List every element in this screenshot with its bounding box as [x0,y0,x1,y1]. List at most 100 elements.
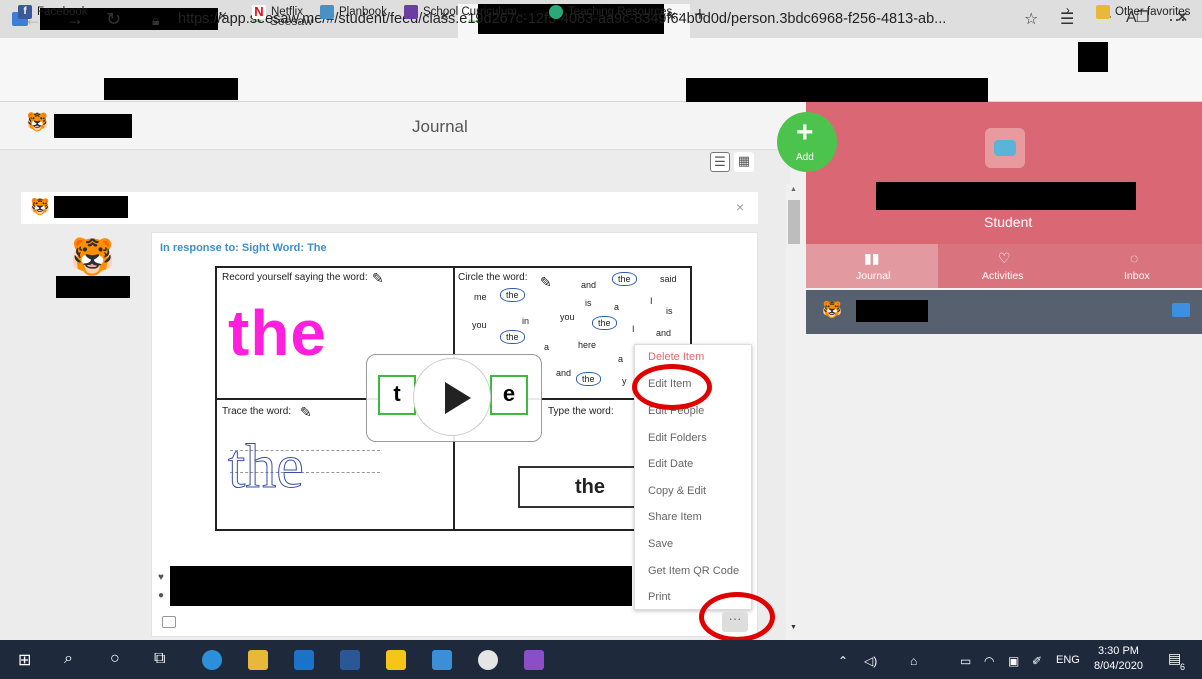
annotation-circle [699,592,775,642]
circle-word: a [618,354,624,364]
circle-label: Circle the word: [458,272,528,283]
redacted-caption [170,566,632,606]
show-hidden-icons[interactable]: ⌃ [838,654,848,668]
menu-share-item[interactable]: Share Item [648,511,702,523]
clock-time: 3:30 PM [1097,645,1139,657]
menu-delete-item[interactable]: Delete Item [648,351,704,363]
big-word: the [228,297,327,369]
clock[interactable]: 3:30 PM 8/04/2020 [1094,644,1143,674]
windows-taskbar [0,640,1202,679]
class-avatar-icon[interactable]: 🐯 [26,112,48,133]
outlook-icon[interactable] [294,650,314,670]
menu-print[interactable]: Print [648,591,671,603]
circle-word: you [560,312,575,322]
circle-word: y [622,376,627,386]
windows-start-icon[interactable]: ⊞ [18,650,31,670]
language-indicator[interactable]: ENG [1056,654,1080,666]
favorite-star-icon[interactable]: ☆ [1024,9,1038,29]
task-view-icon[interactable]: ⧉ [154,650,165,668]
redacted-class-name [54,114,132,138]
edge-icon[interactable] [202,650,222,670]
redacted-student-name [54,196,128,218]
letter-card: e [490,375,528,415]
folder-icon[interactable] [162,616,176,628]
circle-word: said [660,274,677,284]
app-icon[interactable] [432,650,452,670]
redacted-student-fullname [876,182,1136,210]
tab-journal[interactable]: Journal [856,270,890,282]
sticky-notes-icon[interactable] [386,650,406,670]
inbox-icon: ◌ [1130,250,1139,266]
folder-icon[interactable] [1172,303,1190,317]
word-icon[interactable] [340,650,360,670]
search-icon[interactable]: ⌕ [64,650,73,668]
play-icon [445,382,471,414]
student-avatar-icon: 🐯 [30,199,50,216]
trace-label: Trace the word: [222,406,292,417]
refresh-icon[interactable]: ↻ [106,9,121,30]
pencil-icon: ✎ [540,274,552,290]
redacted-favorite [686,78,988,102]
menu-get-qr-code[interactable]: Get Item QR Code [648,565,739,577]
comment-icon[interactable]: ● [158,590,164,601]
menu-copy-edit[interactable]: Copy & Edit [648,485,706,497]
close-post-icon[interactable]: × [736,199,744,215]
volume-icon[interactable]: ◁) [864,654,877,668]
circle-word-circled: the [500,330,525,344]
redacted-favorite [104,78,238,100]
pen-icon[interactable]: ✐ [1032,654,1042,668]
robot-face-icon [994,140,1016,156]
scroll-down-icon[interactable]: ▼ [790,624,797,631]
circle-word: in [522,316,530,326]
paint-icon[interactable] [478,650,498,670]
circle-word-circled: the [500,288,525,302]
address-bar [0,38,1202,76]
battery-icon[interactable]: ▭ [960,654,971,668]
feed-scrollbar[interactable] [786,184,802,640]
network-icon[interactable]: ⌂ [910,654,917,668]
tab-inbox[interactable]: Inbox [1124,270,1150,282]
teaching-resources-icon [549,5,563,19]
cortana-icon[interactable]: ○ [110,650,120,668]
scroll-up-icon[interactable]: ▲ [790,186,797,193]
redacted-class-name [856,300,928,322]
annotation-circle [632,364,712,410]
favorites-overflow-icon[interactable]: › [1066,5,1070,17]
grid-view-button[interactable]: ▦ [734,152,754,172]
clock-date: 8/04/2020 [1094,660,1143,672]
circle-word: and [556,368,572,378]
fav-planbook[interactable]: Planbook [320,5,387,19]
fav-facebook[interactable]: f Facebook [18,5,88,19]
type-label: Type the word: [548,406,614,417]
curriculum-icon [404,5,418,19]
circle-word: I [632,324,635,334]
menu-save[interactable]: Save [648,538,673,550]
app-tray-icon[interactable]: ▣ [1008,654,1019,668]
list-view-button[interactable]: ☰ [710,152,730,172]
folder-icon [1096,5,1110,19]
planbook-icon [320,5,334,19]
file-explorer-icon[interactable] [248,650,268,670]
scrollbar-thumb[interactable] [788,200,800,244]
notifications-count: 6 [1180,662,1186,672]
menu-edit-folders[interactable]: Edit Folders [648,432,707,444]
circle-word: me [474,292,487,302]
circle-word: a [544,342,550,352]
lock-icon: 🔒︎ [152,12,160,28]
tab-activities[interactable]: Activities [982,270,1023,282]
response-to-label[interactable]: In response to: Sight Word: The [160,242,327,254]
like-icon[interactable]: ♥ [158,572,164,583]
menu-edit-date[interactable]: Edit Date [648,458,693,470]
app-icon[interactable] [524,650,544,670]
wifi-icon[interactable]: ◠ [984,654,994,668]
add-label: Add [796,152,814,163]
letter-card: t [378,375,416,415]
fav-school-curriculum[interactable]: School Curriculum... [404,5,527,19]
student-role-label: Student [984,214,1033,230]
post-header [21,192,758,224]
class-tiger-icon: 🐯 [822,302,842,319]
circle-word: is [585,298,592,308]
fav-netflix[interactable]: N Netflix [252,5,303,19]
fav-teaching-resources[interactable]: Teaching Resources... [549,5,682,19]
fav-other-favorites[interactable]: Other favorites [1096,5,1190,19]
